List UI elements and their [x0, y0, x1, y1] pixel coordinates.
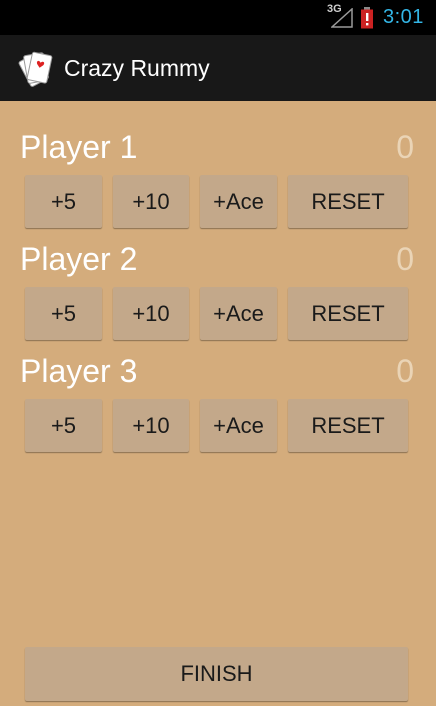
- player-3-reset-button[interactable]: RESET: [288, 399, 408, 452]
- player-1-reset-button[interactable]: RESET: [288, 175, 408, 228]
- player-3-plus5-button[interactable]: +5: [25, 399, 102, 452]
- player-2-plus5-button[interactable]: +5: [25, 287, 102, 340]
- player-2-plus10-button[interactable]: +10: [113, 287, 189, 340]
- player-3-score: 0: [396, 353, 414, 389]
- player-1-plus10-button[interactable]: +10: [113, 175, 189, 228]
- player-2-plus-ace-button[interactable]: +Ace: [200, 287, 277, 340]
- player-1-plus-ace-button[interactable]: +Ace: [200, 175, 277, 228]
- player-2-score: 0: [396, 241, 414, 277]
- clock: 3:01: [383, 6, 424, 28]
- status-bar: 3G 3:01: [0, 0, 436, 35]
- player-1-plus5-button[interactable]: +5: [25, 175, 102, 228]
- player-3-name: Player 3: [20, 353, 138, 389]
- player-3-plus-ace-button[interactable]: +Ace: [200, 399, 277, 452]
- player-1-score: 0: [396, 129, 414, 165]
- player-2-name: Player 2: [20, 241, 138, 277]
- finish-button[interactable]: FINISH: [25, 647, 408, 701]
- signal-icon: [331, 8, 353, 28]
- app-title: Crazy Rummy: [64, 55, 210, 81]
- battery-alert-icon: [361, 7, 373, 29]
- player-3-plus10-button[interactable]: +10: [113, 399, 189, 452]
- playing-cards-icon[interactable]: [15, 46, 57, 88]
- player-2-reset-button[interactable]: RESET: [288, 287, 408, 340]
- action-bar: Crazy Rummy: [0, 35, 436, 101]
- player-1-name: Player 1: [20, 129, 138, 165]
